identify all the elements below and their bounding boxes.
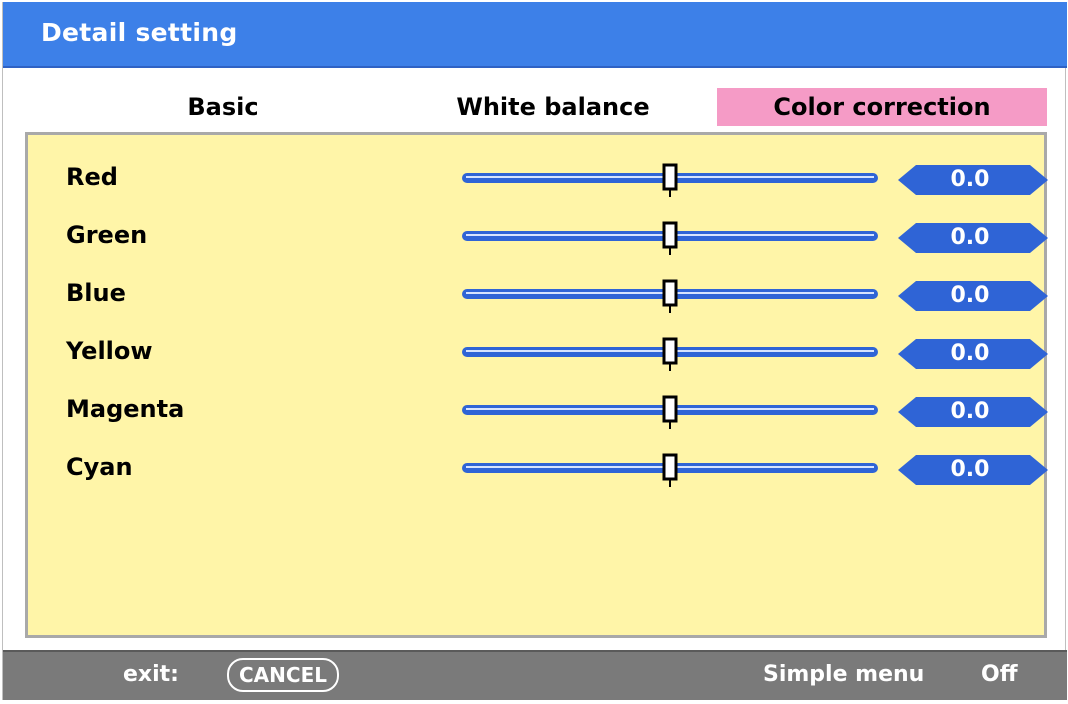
setting-value: 0.0 — [950, 225, 990, 250]
setting-value: 0.0 — [950, 167, 990, 192]
setting-label: Yellow — [66, 337, 153, 365]
setting-row-green: Green 0.0 — [28, 217, 1048, 257]
value-box: 0.0 — [898, 455, 1048, 485]
setting-label: Magenta — [66, 395, 185, 423]
setting-label: Cyan — [66, 453, 133, 481]
settings-panel: Red 0.0 Green 0.0 Blue 0.0 Yellow 0.0 Magenta 0.0… — [25, 132, 1048, 638]
setting-label: Blue — [66, 279, 126, 307]
title-bar: Detail setting — [3, 2, 1067, 68]
setting-row-cyan: Cyan 0.0 — [28, 449, 1048, 489]
setting-label: Red — [66, 163, 118, 191]
setting-value: 0.0 — [950, 283, 990, 308]
window-title: Detail setting — [41, 18, 238, 47]
slider-knob[interactable] — [662, 163, 678, 191]
value-box: 0.0 — [898, 281, 1048, 311]
slider-track[interactable] — [454, 159, 886, 199]
slider-track[interactable] — [454, 391, 886, 431]
setting-value: 0.0 — [950, 341, 990, 366]
setting-value: 0.0 — [950, 399, 990, 424]
slider-track[interactable] — [454, 217, 886, 257]
setting-row-red: Red 0.0 — [28, 159, 1048, 199]
slider-knob[interactable] — [662, 337, 678, 365]
tab-basic[interactable]: Basic — [153, 88, 293, 126]
slider-knob[interactable] — [662, 453, 678, 481]
slider-track[interactable] — [454, 275, 886, 315]
footer-bar: exit: CANCEL Simple menu Off — [3, 650, 1067, 700]
simple-menu-value[interactable]: Off — [981, 662, 1018, 687]
setting-label: Green — [66, 221, 148, 249]
value-box: 0.0 — [898, 339, 1048, 369]
slider-knob[interactable] — [662, 279, 678, 307]
tab-color-correction[interactable]: Color correction — [717, 88, 1047, 126]
slider-knob[interactable] — [662, 221, 678, 249]
detail-setting-window: Detail setting Basic White balance Color… — [2, 2, 1067, 700]
slider-track[interactable] — [454, 449, 886, 489]
tab-white-balance[interactable]: White balance — [443, 88, 663, 126]
simple-menu-label: Simple menu — [763, 662, 925, 687]
setting-row-magenta: Magenta 0.0 — [28, 391, 1048, 431]
value-box: 0.0 — [898, 165, 1048, 195]
cancel-button[interactable]: CANCEL — [227, 658, 339, 692]
setting-row-yellow: Yellow 0.0 — [28, 333, 1048, 373]
setting-row-blue: Blue 0.0 — [28, 275, 1048, 315]
value-box: 0.0 — [898, 397, 1048, 427]
setting-value: 0.0 — [950, 457, 990, 482]
exit-label: exit: — [123, 662, 179, 687]
tab-bar: Basic White balance Color correction — [3, 68, 1067, 130]
value-box: 0.0 — [898, 223, 1048, 253]
slider-track[interactable] — [454, 333, 886, 373]
slider-knob[interactable] — [662, 395, 678, 423]
